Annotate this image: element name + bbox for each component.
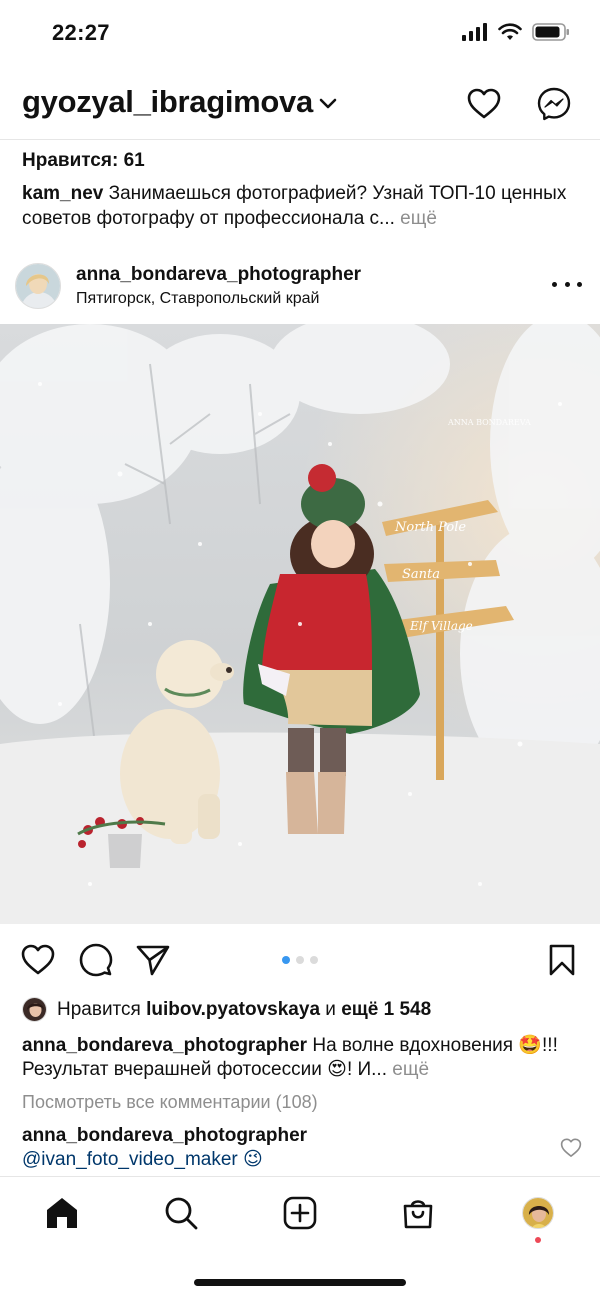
wifi-icon — [498, 23, 522, 40]
share-button[interactable] — [135, 942, 171, 978]
tab-home[interactable] — [42, 1193, 82, 1233]
status-bar: 22:27 — [0, 0, 600, 66]
tab-search[interactable] — [161, 1193, 201, 1233]
status-time: 22:27 — [52, 20, 110, 45]
previous-caption-user[interactable]: kam_nev — [22, 183, 103, 204]
dot-icon — [552, 281, 557, 287]
carousel-indicator — [282, 956, 318, 964]
more-options-button[interactable] — [552, 272, 582, 296]
previous-post-caption[interactable]: kam_nev Занимаешься фотографией? Узнай Т… — [22, 181, 582, 231]
heart-icon — [467, 88, 501, 119]
post-location[interactable]: Пятигорск, Ставропольский край — [76, 290, 319, 308]
previous-caption-text: Занимаешься фотографией? Узнай ТОП-10 це… — [22, 183, 567, 229]
profile-avatar — [522, 1197, 554, 1229]
dot-icon — [577, 281, 582, 287]
send-icon — [136, 945, 170, 976]
home-icon — [47, 1198, 77, 1228]
heart-icon — [21, 944, 55, 975]
liker-avatar[interactable] — [22, 997, 47, 1022]
view-all-comments[interactable]: Посмотреть все комментарии (108) — [22, 1092, 318, 1113]
chevron-down-icon — [319, 98, 337, 109]
header-username: gyozyal_ibragimova — [22, 84, 313, 119]
activity-button[interactable] — [466, 86, 502, 122]
liked-by-user[interactable]: luibov.pyatovskaya — [146, 999, 320, 1020]
shop-icon — [403, 1200, 433, 1229]
likes-count[interactable]: ещё 1 548 — [341, 999, 431, 1020]
comment-icon — [79, 943, 113, 977]
profile-notification-dot — [535, 1237, 541, 1243]
save-button[interactable] — [544, 942, 580, 978]
dot-icon — [564, 281, 570, 287]
sign-santa: Santa — [402, 567, 440, 582]
comment-item: anna_bondareva_photographer @ivan_foto_v… — [22, 1124, 542, 1172]
post-photo[interactable]: North Pole Santa Elf Village ANNA BONDAR… — [0, 324, 600, 924]
account-switcher[interactable]: gyozyal_ibragimova — [22, 84, 337, 120]
post-caption[interactable]: anna_bondareva_photographer На волне вдо… — [22, 1034, 582, 1082]
signal-icon — [462, 23, 487, 41]
previous-post-likes[interactable]: Нравится: 61 — [22, 150, 145, 172]
photo-watermark: ANNA BONDAREVA — [447, 418, 531, 427]
likes-summary[interactable]: Нравится luibov.pyatovskaya и ещё 1 548 — [22, 997, 431, 1022]
post-actions — [0, 938, 600, 982]
comment-user[interactable]: anna_bondareva_photographer — [22, 1125, 307, 1146]
likes-prefix: Нравится — [57, 998, 141, 1020]
tab-profile[interactable] — [518, 1193, 558, 1233]
bottom-tab-bar — [0, 1176, 600, 1256]
top-header: gyozyal_ibragimova — [0, 74, 600, 140]
post-header: anna_bondareva_photographer Пятигорск, С… — [0, 254, 600, 322]
caption-user[interactable]: anna_bondareva_photographer — [22, 1035, 307, 1056]
add-post-icon — [283, 1196, 317, 1230]
carousel-dot — [296, 956, 304, 964]
battery-icon — [532, 23, 569, 41]
messenger-icon — [537, 87, 571, 121]
comment-like-button[interactable] — [560, 1138, 582, 1158]
like-button[interactable] — [20, 942, 56, 978]
previous-caption-more[interactable]: ещё — [400, 208, 437, 229]
carousel-dot-active — [282, 956, 290, 964]
sign-elf-village: Elf Village — [409, 619, 473, 633]
bookmark-icon — [549, 944, 575, 976]
heart-icon — [560, 1138, 582, 1157]
post-author-avatar[interactable] — [15, 263, 61, 309]
caption-more[interactable]: ещё — [392, 1059, 429, 1080]
post-author-username[interactable]: anna_bondareva_photographer — [76, 264, 361, 286]
carousel-dot — [310, 956, 318, 964]
search-icon — [165, 1197, 198, 1230]
home-indicator — [194, 1279, 406, 1286]
sign-north-pole: North Pole — [394, 520, 466, 535]
tab-new-post[interactable] — [280, 1193, 320, 1233]
comment-button[interactable] — [78, 942, 114, 978]
tab-shop[interactable] — [398, 1193, 438, 1233]
messenger-button[interactable] — [536, 86, 572, 122]
likes-conj: и — [325, 998, 336, 1020]
status-icons — [462, 22, 570, 42]
comment-text[interactable]: @ivan_foto_video_maker 😉 — [22, 1148, 542, 1172]
